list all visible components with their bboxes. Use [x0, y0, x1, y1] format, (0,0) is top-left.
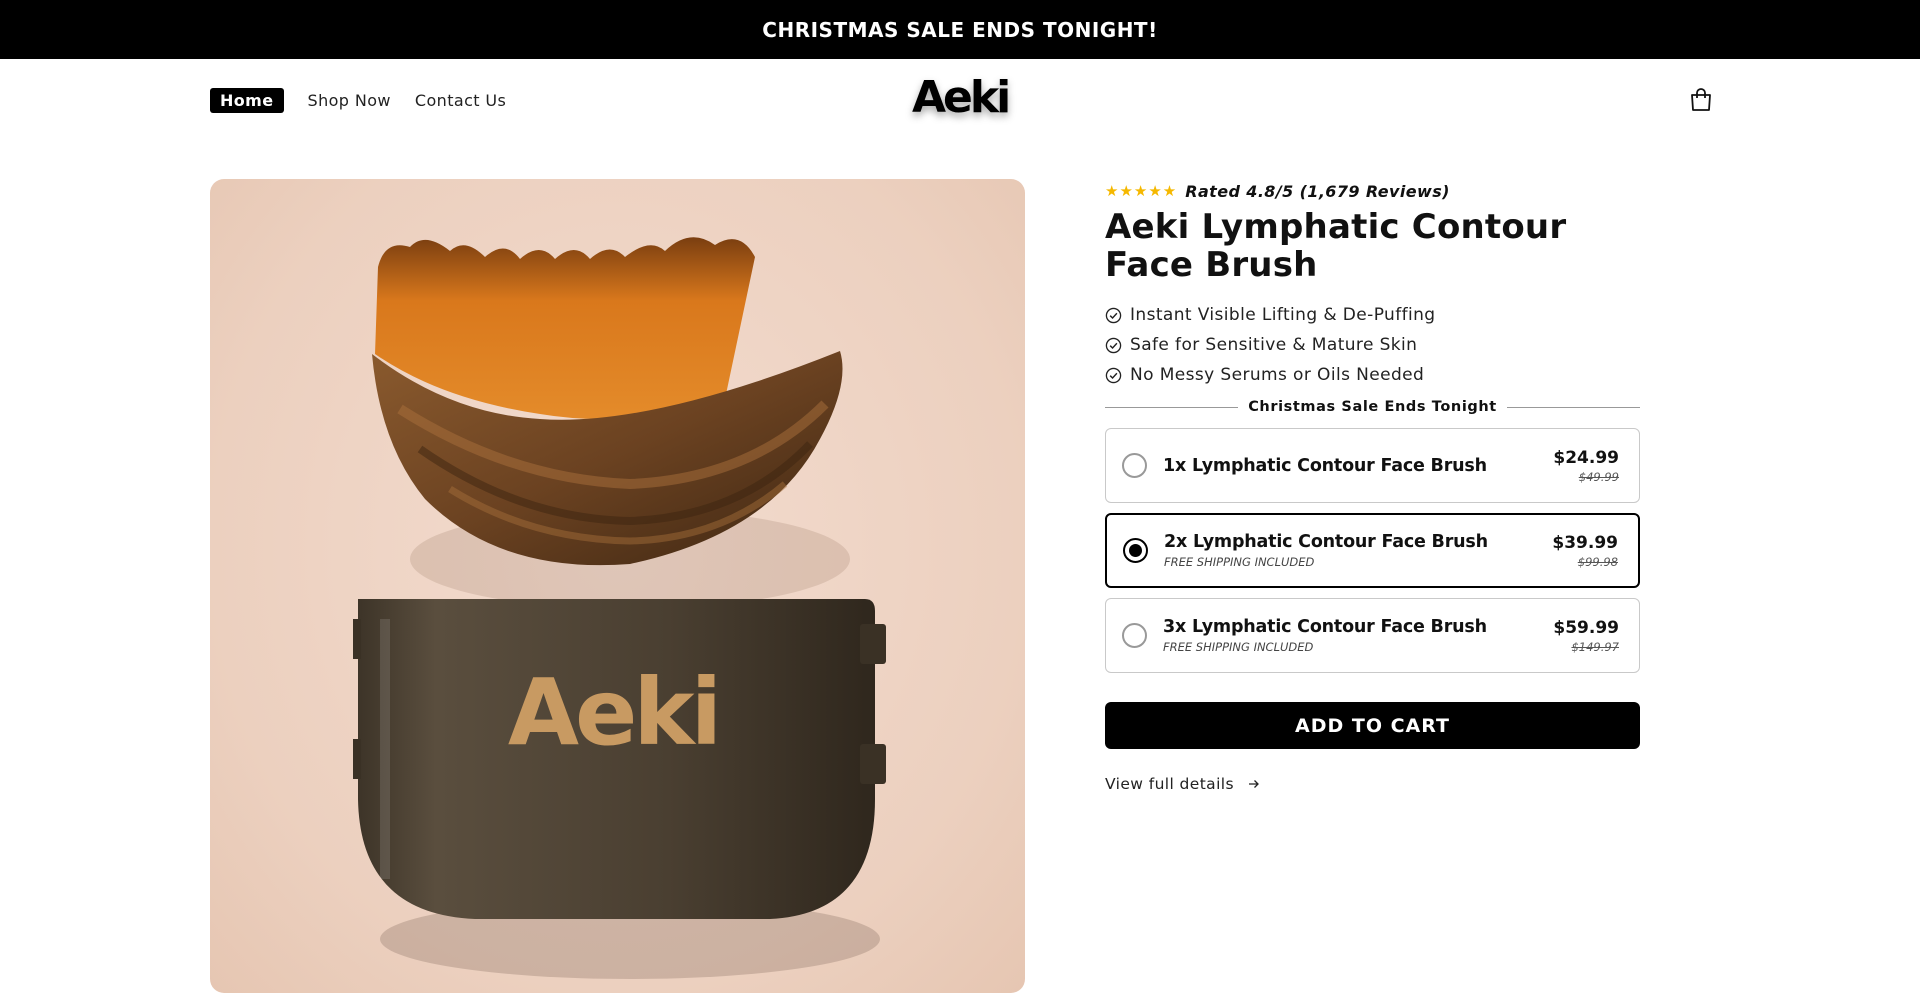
- arrow-right-icon: [1248, 780, 1259, 788]
- main-nav: Home Shop Now Contact Us: [210, 88, 506, 113]
- benefit-list: Instant Visible Lifting & De-Puffing Saf…: [1105, 300, 1640, 390]
- view-details-label[interactable]: View full details: [1105, 775, 1234, 793]
- sale-divider-label: Christmas Sale Ends Tonight: [1248, 399, 1497, 415]
- divider-line: [1506, 406, 1641, 408]
- benefit-text: Safe for Sensitive & Mature Skin: [1130, 335, 1418, 355]
- option-subtext: FREE SHIPPING INCLUDED: [1163, 640, 1314, 654]
- option-name: 2x Lymphatic Contour Face Brush: [1164, 532, 1488, 552]
- nav-home[interactable]: Home: [210, 88, 284, 113]
- radio-button[interactable]: [1122, 453, 1147, 478]
- divider-line: [1105, 406, 1239, 408]
- check-circle-icon: [1105, 337, 1122, 353]
- option-name: 3x Lymphatic Contour Face Brush: [1163, 617, 1487, 637]
- option-price: $39.99: [1552, 532, 1618, 553]
- option-old-price: $99.98: [1577, 554, 1618, 569]
- star-rating-icon: ★★★★★: [1105, 182, 1178, 200]
- bundle-option-1x[interactable]: 1x Lymphatic Contour Face Brush $24.99 $…: [1105, 428, 1640, 503]
- option-price: $59.99: [1553, 617, 1619, 638]
- bundle-option-3x[interactable]: 3x Lymphatic Contour Face Brush FREE SHI…: [1105, 598, 1640, 673]
- cart-icon[interactable]: [1690, 88, 1712, 112]
- rating-text: Rated 4.8/5 (1,679 Reviews): [1185, 181, 1450, 201]
- view-details-link[interactable]: View full details: [1105, 775, 1640, 793]
- nav-shop-now[interactable]: Shop Now: [308, 91, 391, 110]
- sale-divider: Christmas Sale Ends Tonight: [1105, 396, 1641, 418]
- benefit-text: No Messy Serums or Oils Needed: [1130, 365, 1425, 385]
- rating-row: ★★★★★ Rated 4.8/5 (1,679 Reviews): [1105, 178, 1640, 204]
- option-old-price: $149.97: [1571, 639, 1619, 654]
- option-subtext: FREE SHIPPING INCLUDED: [1164, 555, 1315, 569]
- bundle-option-2x[interactable]: 2x Lymphatic Contour Face Brush FREE SHI…: [1105, 513, 1640, 588]
- product-image[interactable]: Aeki: [210, 179, 1025, 993]
- option-price: $24.99: [1553, 447, 1619, 468]
- case-logo-print: Aeki: [508, 659, 718, 766]
- benefit-item: No Messy Serums or Oils Needed: [1105, 360, 1640, 390]
- option-name: 1x Lymphatic Contour Face Brush: [1163, 455, 1487, 476]
- add-to-cart-button[interactable]: ADD TO CART: [1105, 702, 1640, 749]
- brand-logo[interactable]: Aeki: [912, 72, 1011, 123]
- radio-button[interactable]: [1122, 623, 1147, 648]
- announcement-bar: CHRISTMAS SALE ENDS TONIGHT!: [0, 0, 1920, 59]
- radio-button[interactable]: [1123, 538, 1148, 563]
- benefit-item: Safe for Sensitive & Mature Skin: [1105, 330, 1640, 360]
- benefit-text: Instant Visible Lifting & De-Puffing: [1130, 305, 1436, 325]
- product-title: Aeki Lymphatic Contour Face Brush: [1105, 207, 1567, 285]
- option-old-price: $49.99: [1578, 469, 1619, 484]
- check-circle-icon: [1105, 307, 1122, 323]
- product-info: ★★★★★ Rated 4.8/5 (1,679 Reviews) Aeki L…: [1105, 178, 1641, 793]
- check-circle-icon: [1105, 367, 1122, 383]
- nav-contact-us[interactable]: Contact Us: [415, 91, 506, 110]
- announcement-text: CHRISTMAS SALE ENDS TONIGHT!: [762, 17, 1158, 42]
- benefit-item: Instant Visible Lifting & De-Puffing: [1105, 300, 1640, 330]
